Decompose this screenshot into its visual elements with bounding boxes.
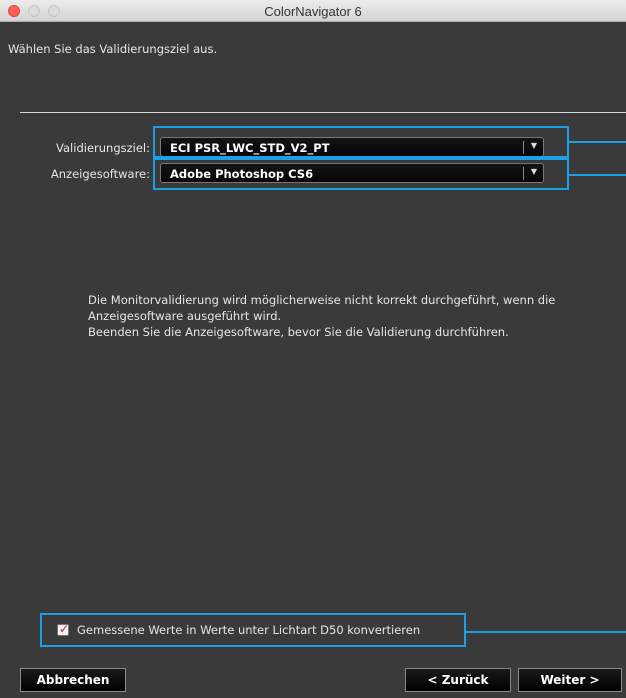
window-title: ColorNavigator 6	[264, 4, 362, 19]
dialog-content: Wählen Sie das Validierungsziel aus. Val…	[0, 22, 626, 698]
highlight-box-display-software	[153, 158, 569, 190]
highlight-leader-line	[466, 631, 626, 633]
cancel-button[interactable]: Abbrechen	[20, 668, 126, 692]
warning-message: Die Monitorvalidierung wird möglicherwei…	[88, 292, 555, 340]
highlight-box-checkbox	[40, 613, 466, 647]
warning-message-line: Anzeigesoftware ausgeführt wird.	[88, 309, 282, 323]
back-button[interactable]: < Zurück	[405, 668, 511, 692]
divider	[20, 112, 626, 113]
highlight-leader-line	[569, 174, 626, 176]
display-software-label: Anzeigesoftware:	[50, 167, 150, 181]
warning-message-line: Die Monitorvalidierung wird möglicherwei…	[88, 293, 556, 307]
next-button[interactable]: Weiter >	[518, 668, 622, 692]
highlight-leader-line	[569, 141, 626, 143]
highlight-box-validation-target	[153, 126, 569, 158]
warning-message-line: Beenden Sie die Anzeigesoftware, bevor S…	[88, 325, 509, 339]
instruction-text: Wählen Sie das Validierungsziel aus.	[8, 42, 218, 56]
window-titlebar: ColorNavigator 6	[0, 0, 626, 22]
validation-target-label: Validierungsziel:	[56, 141, 150, 155]
